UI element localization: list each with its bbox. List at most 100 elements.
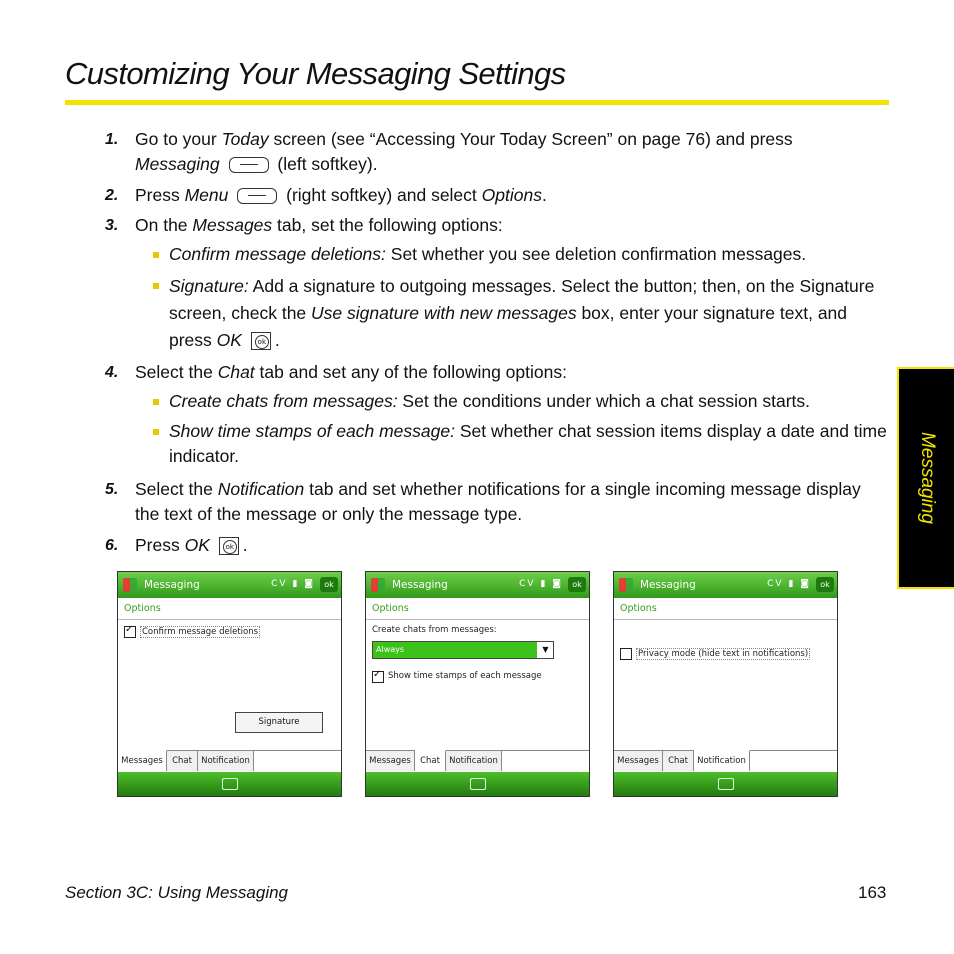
status-icons: CV ▮ ◙ (271, 579, 315, 589)
status-icons: CV ▮ ◙ (519, 579, 563, 589)
ok-key-icon (250, 332, 271, 351)
step-emph: Menu (184, 185, 229, 205)
options-heading: Options (372, 603, 409, 614)
step-number: 1. (105, 131, 119, 148)
title-rule (65, 100, 889, 105)
step-text: Go to your (135, 129, 222, 149)
tab-bar: Messages Chat Notification (614, 750, 837, 773)
time-stamps-checkbox[interactable] (372, 669, 384, 683)
softkey-bar (614, 772, 837, 796)
step-emph: Messages (192, 215, 273, 235)
side-tab-label: Messaging (916, 432, 938, 524)
tab-chat[interactable]: Chat (415, 750, 446, 771)
page-title: Customizing Your Messaging Settings (65, 56, 566, 91)
side-tab: Messaging (897, 367, 954, 589)
keyboard-icon[interactable] (221, 778, 238, 790)
step-emph: OK (184, 535, 210, 555)
keyboard-icon[interactable] (469, 778, 486, 790)
step-number: 5. (105, 481, 119, 498)
select-value: Always (373, 642, 537, 658)
bullet-marker (153, 399, 159, 405)
step-text: (right softkey) and select (286, 185, 482, 205)
bullet-marker (153, 283, 159, 289)
start-icon[interactable] (619, 578, 633, 592)
ok-button[interactable]: ok (816, 577, 834, 592)
tab-chat[interactable]: Chat (167, 751, 198, 771)
tab-notification[interactable]: Notification (198, 751, 254, 771)
checkbox-label: Privacy mode (hide text in notifications… (636, 648, 811, 660)
tab-bar: Messages Chat Notification (118, 750, 341, 773)
bullet-label: Create chats from messages: (169, 391, 398, 411)
ok-button[interactable]: ok (568, 577, 586, 592)
title-bar: Messaging CV ▮ ◙ ok (366, 572, 589, 598)
app-title: Messaging (392, 579, 448, 591)
start-icon[interactable] (371, 578, 385, 592)
keyboard-icon[interactable] (717, 778, 734, 790)
screenshot-notification-tab: Messaging CV ▮ ◙ ok Options Privacy mode… (613, 571, 838, 797)
checkbox-label: Show time stamps of each message (388, 671, 542, 681)
step-number: 4. (105, 364, 119, 381)
ok-button[interactable]: ok (320, 577, 338, 592)
step-number: 6. (105, 537, 119, 554)
step-text: (left softkey). (277, 154, 378, 174)
signature-button[interactable]: Signature (235, 712, 323, 733)
tab-messages[interactable]: Messages (118, 750, 167, 771)
step-number: 3. (105, 217, 119, 234)
tab-messages[interactable]: Messages (614, 751, 663, 771)
status-icons: CV ▮ ◙ (767, 579, 811, 589)
privacy-mode-checkbox[interactable] (620, 648, 632, 660)
tab-bar: Messages Chat Notification (366, 750, 589, 773)
screenshot-chat-tab: Messaging CV ▮ ◙ ok Options Create chats… (365, 571, 590, 797)
options-heading: Options (620, 603, 657, 614)
confirm-deletions-checkbox[interactable] (124, 624, 136, 638)
step-text: . (242, 535, 248, 555)
step-emph: Messaging (135, 154, 220, 174)
bullet-label: Confirm message deletions: (169, 244, 386, 264)
step-emph: Chat (217, 362, 255, 382)
tab-chat[interactable]: Chat (663, 751, 694, 771)
bullet-label: Signature: (169, 276, 249, 296)
bullet-text: Set the conditions under which a chat se… (397, 391, 811, 411)
step-text: . (541, 185, 547, 205)
step-text: Press (135, 185, 185, 205)
step-text: screen (see “Accessing Your Today Screen… (268, 129, 793, 149)
step-emph: Notification (217, 479, 305, 499)
divider (614, 619, 837, 620)
options-heading: Options (124, 603, 161, 614)
footer-section: Section 3C: Using Messaging (65, 883, 289, 902)
create-chats-select[interactable]: Always ▼ (372, 641, 554, 659)
divider (118, 619, 341, 620)
dropdown-arrow-icon[interactable]: ▼ (538, 642, 553, 658)
softkey-bar (118, 772, 341, 796)
step-number: 2. (105, 187, 119, 204)
start-icon[interactable] (123, 578, 137, 592)
combo-label: Create chats from messages: (372, 625, 497, 635)
bullet-text: . (274, 330, 280, 350)
step-text: Select the (135, 479, 218, 499)
softkey-icon (237, 188, 278, 205)
step-text: Press (135, 535, 185, 555)
step-text: On the (135, 215, 193, 235)
tab-messages[interactable]: Messages (366, 751, 415, 771)
ok-key-icon (218, 537, 239, 556)
step-text: tab, set the following options: (272, 215, 503, 235)
bullet-marker (153, 252, 159, 258)
softkey-bar (366, 772, 589, 796)
title-bar: Messaging CV ▮ ◙ ok (614, 572, 837, 598)
step-emph: Options (481, 185, 542, 205)
title-bar: Messaging CV ▮ ◙ ok (118, 572, 341, 598)
bullet-marker (153, 429, 159, 435)
bullet-label: Show time stamps of each message: (169, 421, 455, 441)
app-title: Messaging (640, 579, 696, 591)
page-number: 163 (858, 883, 887, 902)
bullet-emph: OK (216, 330, 242, 350)
softkey-icon (228, 157, 269, 174)
tab-notification[interactable]: Notification (694, 750, 750, 771)
tab-notification[interactable]: Notification (446, 751, 502, 771)
step-text: Select the (135, 362, 218, 382)
app-title: Messaging (144, 579, 200, 591)
step-text: tab and set any of the following options… (254, 362, 567, 382)
bullet-emph: Use signature with new messages (311, 303, 577, 323)
bullet-text: Set whether you see deletion confirmatio… (385, 244, 807, 264)
screenshot-messages-tab: Messaging CV ▮ ◙ ok Options Confirm mess… (117, 571, 342, 797)
